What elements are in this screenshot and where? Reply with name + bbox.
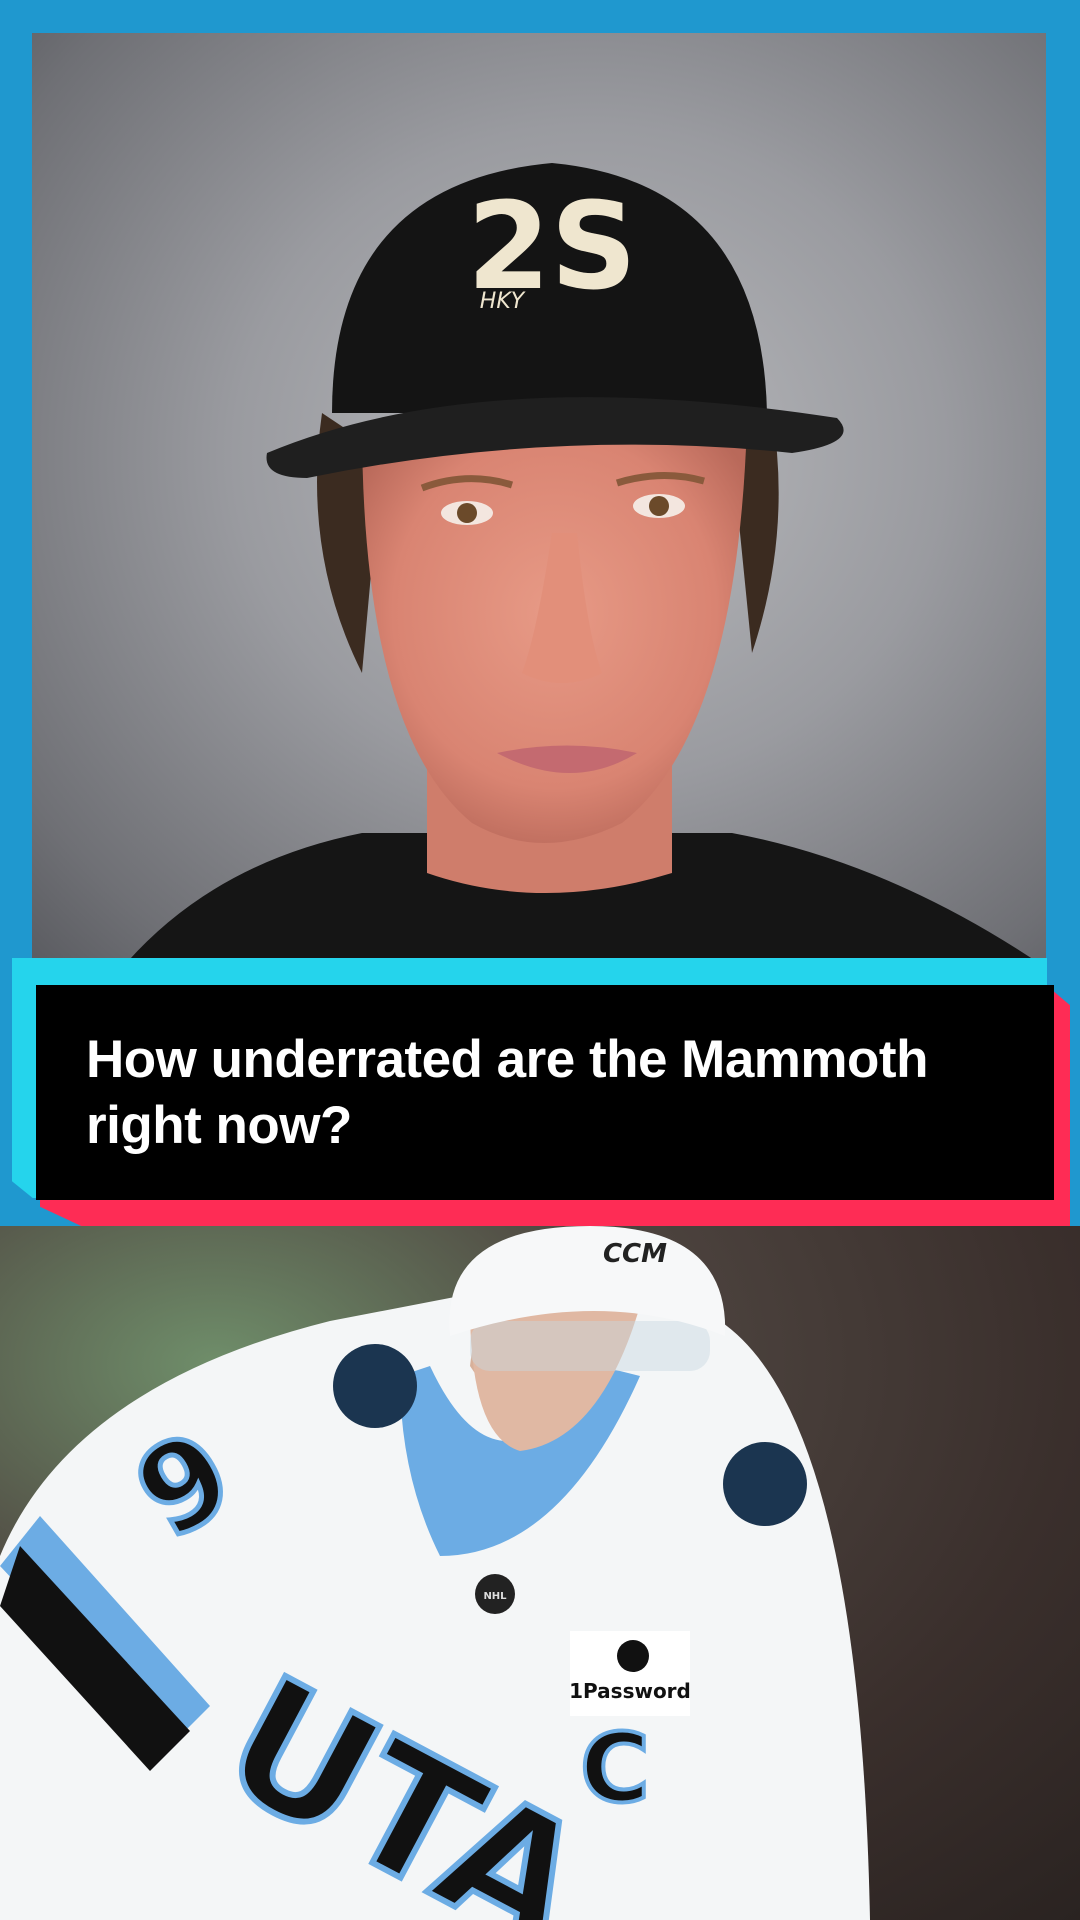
mammoth-logo-right [723, 1442, 807, 1526]
mammoth-logo-left [333, 1344, 417, 1428]
sponsor-patch-text: 1Password [569, 1679, 691, 1703]
caption-banner: How underrated are the Mammoth right now… [12, 958, 1070, 1226]
captain-letter: C [580, 1714, 650, 1824]
cap-sublogo: HKY [480, 289, 526, 314]
helmet-brand: CCM [603, 1239, 667, 1269]
video-frame: 2S HKY How underrated are the Mammoth ri… [0, 0, 1080, 1920]
player-illustration: CCM 9 NHL 1Password UTA C [0, 1226, 870, 1920]
webcam-panel: 2S HKY [32, 33, 1046, 968]
caption-text: How underrated are the Mammoth right now… [86, 1029, 928, 1155]
caption-box: How underrated are the Mammoth right now… [36, 985, 1054, 1200]
nhl-badge-text: NHL [483, 1591, 507, 1602]
presenter-illustration: 2S HKY [122, 163, 1046, 968]
player-photo-panel: CCM 9 NHL 1Password UTA C [0, 1226, 1080, 1920]
